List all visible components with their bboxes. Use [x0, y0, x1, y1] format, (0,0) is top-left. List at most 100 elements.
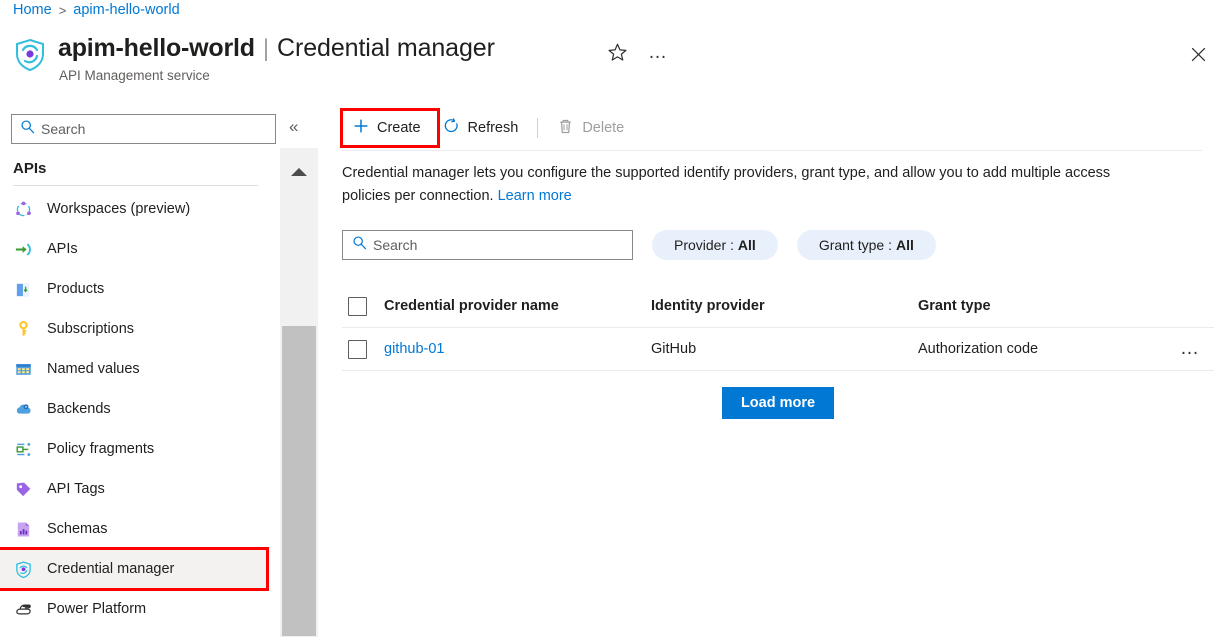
command-bar: Create Refresh [320, 106, 1214, 150]
sidebar-item-label: Credential manager [47, 561, 174, 577]
nav-item-list: Workspaces (preview) APIs Products Subscrip… [0, 189, 280, 629]
sidebar-item-label: APIs [47, 241, 78, 257]
nav-search-box[interactable] [11, 114, 276, 144]
sidebar-item-label: Power Platform [47, 601, 146, 617]
create-button[interactable]: Create [342, 111, 432, 145]
credentials-table: Credential provider name Identity provid… [342, 285, 1214, 419]
nav-search-input[interactable] [41, 121, 251, 137]
select-all-cell [342, 297, 384, 316]
policy-fragments-icon [13, 439, 33, 459]
row-select-cell [342, 340, 384, 359]
sidebar-item-credential-manager[interactable]: Credential manager [0, 549, 267, 589]
row-ellipsis-icon[interactable]: … [1174, 344, 1206, 354]
description-body: Credential manager lets you configure th… [342, 165, 1110, 204]
cell-identity-provider: GitHub [651, 341, 918, 357]
sidebar-item-power-platform[interactable]: Power Platform [0, 589, 280, 629]
subscriptions-key-icon [13, 319, 33, 339]
sidebar-item-label: Backends [47, 401, 111, 417]
table-header-row: Credential provider name Identity provid… [342, 285, 1214, 328]
backends-cloud-icon [13, 399, 33, 419]
delete-button[interactable]: Delete [546, 111, 635, 145]
sidebar-item-named-values[interactable]: Named values [0, 349, 280, 389]
breadcrumb-resource[interactable]: apim-hello-world [73, 2, 179, 18]
cell-grant-type: Authorization code [918, 341, 1168, 357]
column-header-grant-type[interactable]: Grant type [918, 298, 1168, 314]
sidebar-item-label: Schemas [47, 521, 107, 537]
nav-scrollbar-thumb[interactable] [282, 326, 316, 636]
filter-provider[interactable]: Provider : All [652, 230, 778, 260]
page-title-block: apim-hello-world | Credential manager AP… [12, 33, 495, 83]
row-checkbox[interactable] [348, 340, 367, 359]
sidebar-item-policy-fragments[interactable]: Policy fragments [0, 429, 280, 469]
title-actions: … [607, 42, 668, 63]
search-icon [20, 119, 35, 139]
table-search-box[interactable] [342, 230, 633, 260]
create-button-label: Create [377, 120, 421, 136]
nav-scrollbar[interactable] [280, 148, 318, 637]
column-header-identity-provider[interactable]: Identity provider [651, 298, 918, 314]
page-subtitle: API Management service [58, 68, 495, 83]
api-tags-icon [13, 479, 33, 499]
breadcrumb-home[interactable]: Home [13, 2, 52, 18]
command-bar-separator [537, 118, 538, 138]
trash-icon [557, 118, 574, 139]
sidebar-item-subscriptions[interactable]: Subscriptions [0, 309, 280, 349]
nav-divider [13, 185, 258, 186]
sidebar-item-label: Policy fragments [47, 441, 154, 457]
left-nav: APIs Workspaces (preview) APIs Products Sub… [0, 106, 280, 637]
main-content: Create Refresh [320, 106, 1214, 637]
schemas-icon [13, 519, 33, 539]
credential-provider-link[interactable]: github-01 [384, 341, 444, 357]
sidebar-item-label: Products [47, 281, 104, 297]
api-management-shield-icon [12, 37, 48, 73]
table-row[interactable]: github-01 GitHubAuthorization code … [342, 328, 1214, 371]
refresh-icon [443, 118, 460, 139]
table-search-input[interactable] [373, 237, 603, 253]
filter-provider-value: All [738, 237, 756, 253]
breadcrumb-separator: > [59, 3, 67, 18]
sidebar-item-label: API Tags [47, 481, 105, 497]
apis-icon [13, 239, 33, 259]
load-more-wrap: Load more [342, 387, 1214, 419]
cell-actions: … [1168, 344, 1214, 354]
filter-grant-type-label: Grant type : [819, 237, 892, 253]
page-title: Credential manager [277, 33, 495, 63]
sidebar-item-backends[interactable]: Backends [0, 389, 280, 429]
plus-icon [353, 118, 369, 138]
products-icon [13, 279, 33, 299]
page-title-pipe: | [263, 34, 269, 64]
sidebar-item-label: Workspaces (preview) [47, 201, 190, 217]
chevron-double-left-icon[interactable]: « [289, 118, 298, 135]
table-body: github-01 GitHubAuthorization code … [342, 328, 1214, 371]
cell-credential-provider-name: github-01 [384, 341, 651, 357]
breadcrumb: Home > apim-hello-world [13, 2, 180, 18]
named-values-icon [13, 359, 33, 379]
column-header-credential-provider-name[interactable]: Credential provider name [384, 298, 651, 314]
filter-grant-type-value: All [896, 237, 914, 253]
star-icon[interactable] [607, 42, 628, 63]
description-text: Credential manager lets you configure th… [342, 162, 1162, 208]
credential-manager-shield-icon [13, 559, 33, 579]
page-title-resource: apim-hello-world [58, 33, 255, 63]
select-all-checkbox[interactable] [348, 297, 367, 316]
filter-grant-type[interactable]: Grant type : All [797, 230, 936, 260]
nav-section-apis: APIs [13, 160, 258, 186]
ellipsis-dots: … [648, 48, 668, 58]
load-more-button[interactable]: Load more [722, 387, 834, 419]
ellipsis-icon[interactable]: … [648, 48, 668, 58]
workspaces-icon [13, 199, 33, 219]
sidebar-item-apis[interactable]: APIs [0, 229, 280, 269]
filter-provider-label: Provider : [674, 237, 734, 253]
sidebar-item-schemas[interactable]: Schemas [0, 509, 280, 549]
sidebar-item-label: Named values [47, 361, 140, 377]
sidebar-item-products[interactable]: Products [0, 269, 280, 309]
filter-bar: Provider : All Grant type : All [342, 230, 1214, 260]
close-icon[interactable] [1189, 45, 1208, 64]
learn-more-link[interactable]: Learn more [498, 188, 572, 204]
power-platform-icon [13, 599, 33, 619]
refresh-button[interactable]: Refresh [432, 111, 530, 145]
sidebar-item-workspaces-preview[interactable]: Workspaces (preview) [0, 189, 280, 229]
delete-button-label: Delete [582, 120, 624, 136]
sidebar-item-api-tags[interactable]: API Tags [0, 469, 280, 509]
caret-up-icon[interactable] [280, 162, 318, 182]
